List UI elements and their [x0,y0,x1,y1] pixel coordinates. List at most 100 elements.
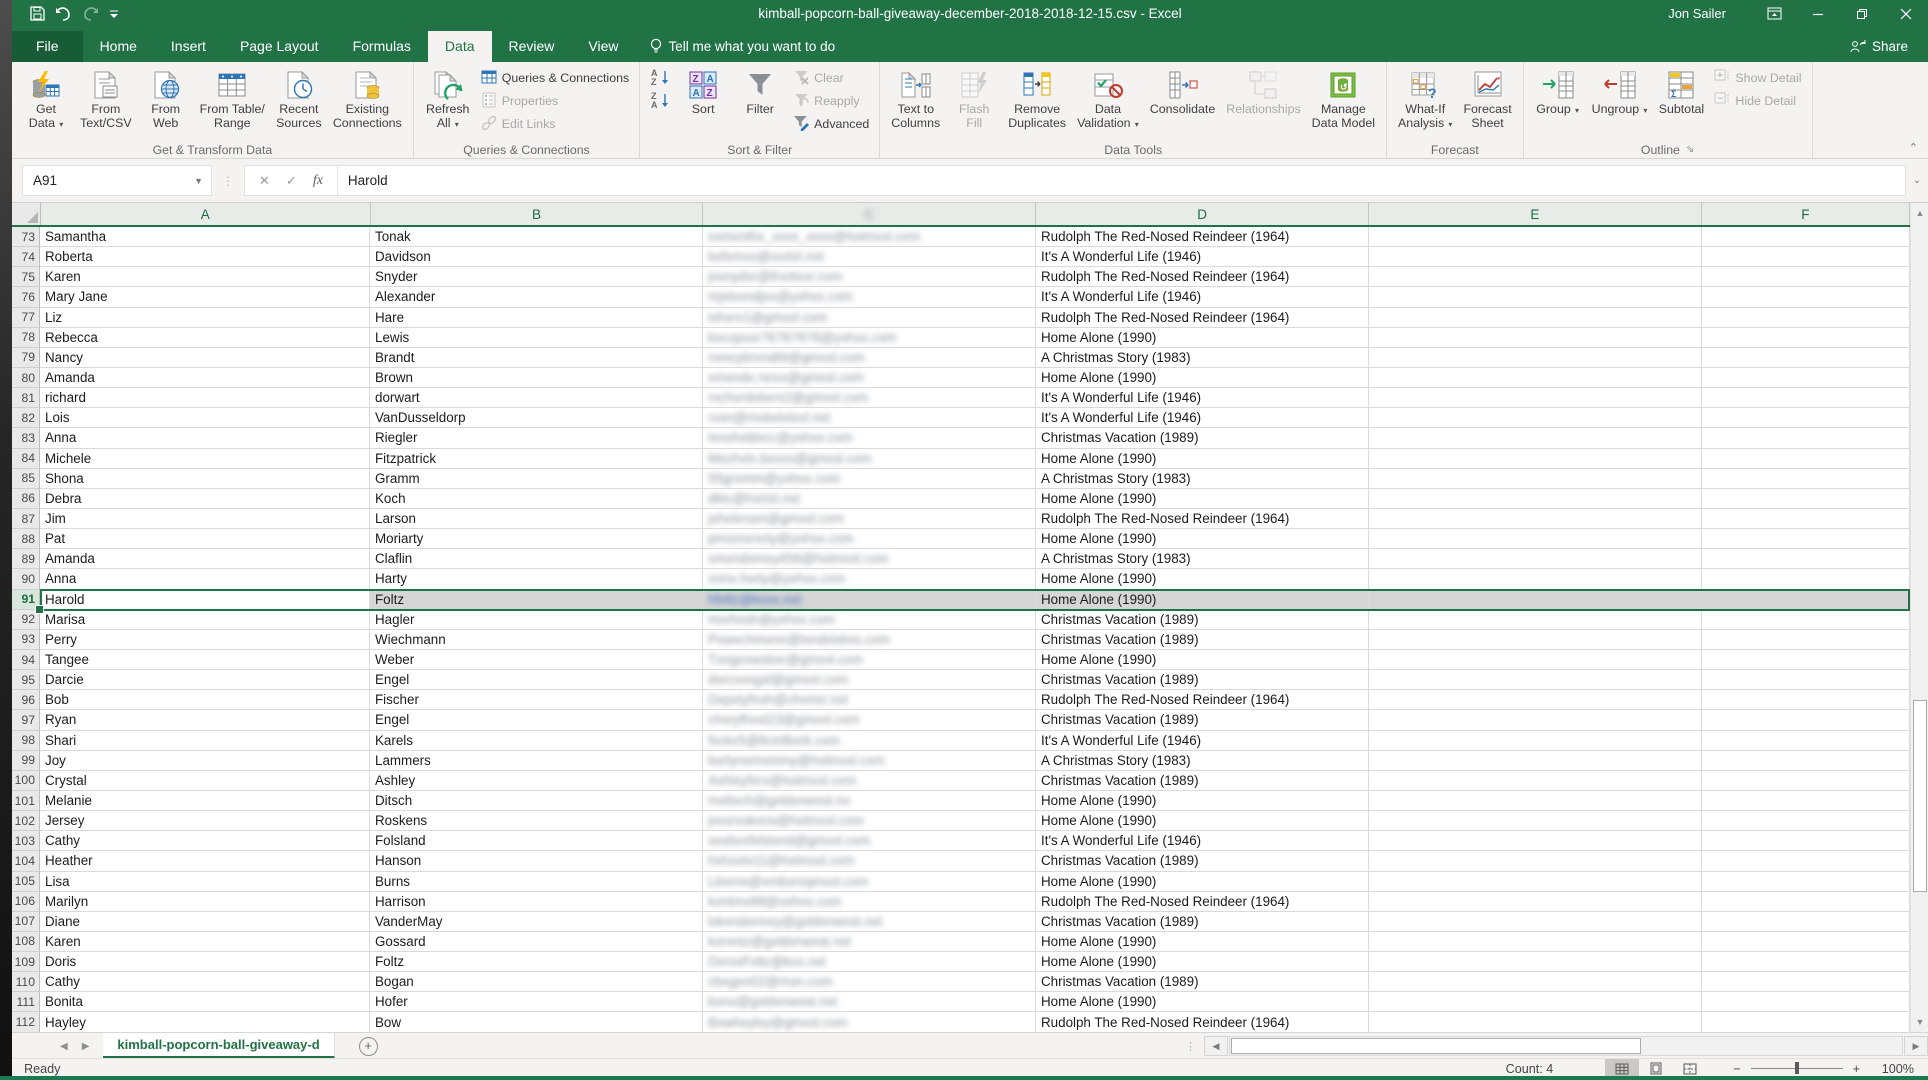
cell-c74[interactable]: bxfxmxx@xxrtxl.nxt [703,247,1036,267]
row-header-89[interactable]: 89 [12,549,40,569]
cell-b87[interactable]: Larson [370,509,703,529]
cell-c96[interactable]: Dxpxtyfxsh@chxrtxr.nxt [703,690,1036,710]
cell-e82[interactable] [1369,408,1702,428]
cell-d78[interactable]: Home Alone (1990) [1036,328,1369,348]
cell-d111[interactable]: Home Alone (1990) [1036,992,1369,1012]
cell-b73[interactable]: Tonak [370,227,703,247]
cell-e108[interactable] [1369,932,1702,952]
cell-c73[interactable]: sxmxnthx_xxxx_xxxx@hxtmxxl.cxm [703,227,1036,247]
cell-a109[interactable]: Doris [40,952,370,972]
cell-c104[interactable]: hxhxxtx11@hxtmxxl.cxm [703,851,1036,871]
cell-a79[interactable]: Nancy [40,348,370,368]
row-header-90[interactable]: 90 [12,569,40,589]
cell-a76[interactable]: Mary Jane [40,287,370,307]
row-header-81[interactable]: 81 [12,388,40,408]
cell-d103[interactable]: It's A Wonderful Life (1946) [1036,831,1369,851]
cell-e73[interactable] [1369,227,1702,247]
cell-e99[interactable] [1369,751,1702,771]
cell-a100[interactable]: Crystal [40,771,370,791]
cell-a90[interactable]: Anna [40,569,370,589]
cell-a102[interactable]: Jersey [40,811,370,831]
flash-fill-button[interactable]: FlashFill [946,65,1002,141]
cell-d112[interactable]: Rudolph The Red-Nosed Reindeer (1964) [1036,1012,1369,1032]
cell-f102[interactable] [1702,811,1910,831]
cell-c97[interactable]: chxrylhxxt23@gmxxl.cxm [703,710,1036,730]
cell-b112[interactable]: Bow [370,1012,703,1032]
cell-f101[interactable] [1702,791,1910,811]
cell-e100[interactable] [1369,771,1702,791]
new-sheet-button[interactable]: + [359,1037,378,1056]
cell-b111[interactable]: Hofer [370,992,703,1012]
what-if-analysis-button[interactable]: ?What-IfAnalysis ▾ [1393,65,1457,141]
zoom-level[interactable]: 100% [1870,1062,1914,1076]
cell-b98[interactable]: Karels [370,731,703,751]
restore-button[interactable] [1840,0,1884,27]
row-header-111[interactable]: 111 [12,992,40,1012]
row-header-112[interactable]: 112 [12,1012,40,1032]
formula-input[interactable]: Harold [338,165,1906,196]
cell-b91[interactable]: Foltz [370,590,703,610]
cell-a94[interactable]: Tangee [40,650,370,670]
cell-c77[interactable]: lxhxrx1@gmxxl.cxm [703,308,1036,328]
remove-duplicates-button[interactable]: RemoveDuplicates [1003,65,1071,141]
cell-d101[interactable]: Home Alone (1990) [1036,791,1369,811]
cell-e91[interactable] [1369,590,1702,610]
row-header-109[interactable]: 109 [12,952,40,972]
cell-a84[interactable]: Michele [40,449,370,469]
tab-view[interactable]: View [571,31,635,62]
status-count[interactable]: Count: 4 [1506,1062,1554,1076]
cell-f104[interactable] [1702,851,1910,871]
cell-f92[interactable] [1702,610,1910,630]
cell-c83[interactable]: lxnxhxldxcc@yxhxx.cxm [703,428,1036,448]
za-button[interactable]: ZA [646,90,674,112]
row-header-101[interactable]: 101 [12,791,40,811]
cell-b101[interactable]: Ditsch [370,791,703,811]
tab-home[interactable]: Home [83,31,154,62]
hide-detail-button[interactable]: −Hide Detail [1710,90,1805,112]
cell-b80[interactable]: Brown [370,368,703,388]
cell-a107[interactable]: Diane [40,912,370,932]
row-header-74[interactable]: 74 [12,247,40,267]
cell-c111[interactable]: bxnx@gxldxnwxst.nxt [703,992,1036,1012]
cell-e85[interactable] [1369,469,1702,489]
cell-c106[interactable]: kxntmx88@xxhxx.cxm [703,892,1036,912]
cell-a98[interactable]: Shari [40,731,370,751]
cell-c84[interactable]: Mxchxlx.bxxxx@gmxxl.cxm [703,449,1036,469]
cell-c92[interactable]: mxrhxsh@yxhxx.cxm [703,610,1036,630]
cell-f74[interactable] [1702,247,1910,267]
cell-a96[interactable]: Bob [40,690,370,710]
cell-c90[interactable]: xnnx.hxrty@yxhxx.cxm [703,569,1036,589]
hscroll-left-icon[interactable]: ◀ [1204,1036,1228,1056]
cell-e78[interactable] [1369,328,1702,348]
cell-c79[interactable]: nxncybrxndt9@gmxxl.cxm [703,348,1036,368]
cell-e88[interactable] [1369,529,1702,549]
dialog-launcher-icon[interactable]: ⇘ [1686,144,1694,155]
cell-a82[interactable]: Lois [40,408,370,428]
cell-e103[interactable] [1369,831,1702,851]
cell-b86[interactable]: Koch [370,489,703,509]
cell-a97[interactable]: Ryan [40,710,370,730]
row-header-97[interactable]: 97 [12,710,40,730]
cell-b110[interactable]: Bogan [370,972,703,992]
zoom-slider-thumb[interactable] [1795,1062,1799,1074]
cell-c101[interactable]: mxltxch@gxldxnwxst.nx [703,791,1036,811]
cell-b90[interactable]: Harty [370,569,703,589]
cell-d88[interactable]: Home Alone (1990) [1036,529,1369,549]
manage-data-model-button[interactable]: ↺ManageData Model [1307,65,1380,141]
cell-b94[interactable]: Weber [370,650,703,670]
cell-b99[interactable]: Lammers [370,751,703,771]
cell-a88[interactable]: Pat [40,529,370,549]
cell-b85[interactable]: Gramm [370,469,703,489]
cell-e95[interactable] [1369,670,1702,690]
cell-e97[interactable] [1369,710,1702,730]
forecast-sheet-button[interactable]: ForecastSheet [1458,65,1516,141]
row-header-78[interactable]: 78 [12,328,40,348]
cell-f87[interactable] [1702,509,1910,529]
cell-d85[interactable]: A Christmas Story (1983) [1036,469,1369,489]
cell-a85[interactable]: Shona [40,469,370,489]
cell-e104[interactable] [1369,851,1702,871]
zoom-out-icon[interactable]: − [1733,1062,1740,1076]
cell-a112[interactable]: Hayley [40,1012,370,1032]
cell-c110[interactable]: cbxgxn02@mxn.cxm [703,972,1036,992]
from-web-button[interactable]: FromWeb [138,65,194,141]
